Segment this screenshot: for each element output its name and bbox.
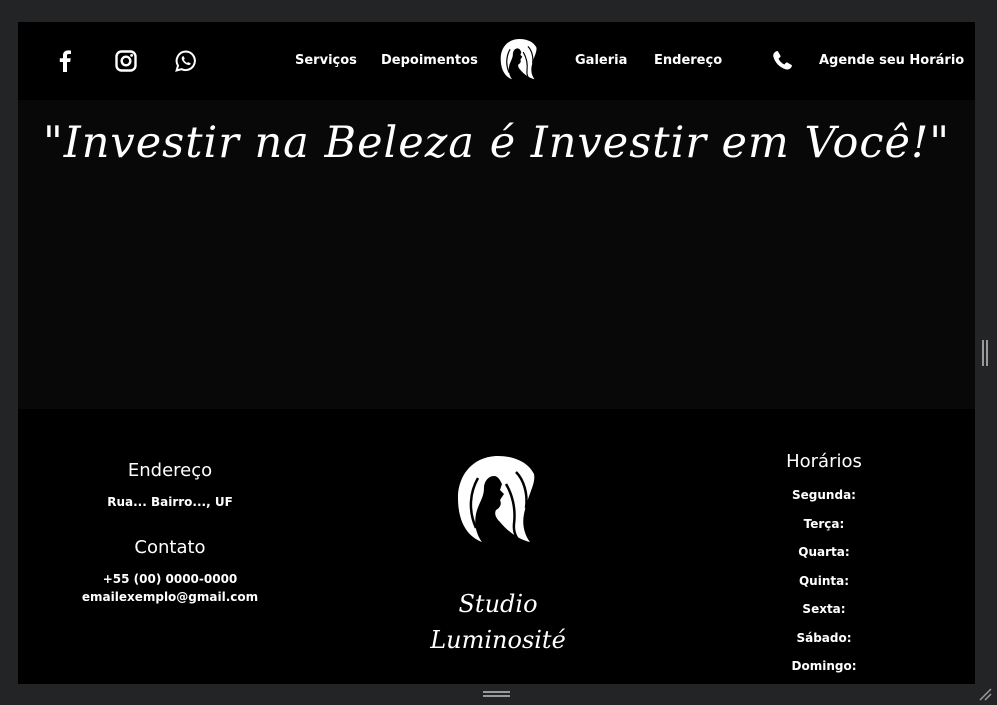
hours-day: Sexta: [802,602,846,616]
vertical-resize-grip-icon[interactable] [982,340,988,366]
brand-name-line1: Studio [458,590,538,618]
contact-phone: +55 (00) 0000-0000 [102,572,238,586]
top-navigation: Serviços Depoimentos Galeria Endereço Ag… [18,22,975,100]
nav-link-endereco[interactable]: Endereço [654,53,722,68]
hours-day: Quinta: [798,574,850,588]
woman-silhouette-logo-icon [454,454,540,552]
address-title: Endereço [127,460,213,481]
phone-icon[interactable] [770,49,796,75]
hero-section: "Investir na Beleza é Investir em Você!" [18,100,975,409]
nav-link-depoimentos[interactable]: Depoimentos [381,53,478,68]
address-text: Rua... Bairro..., UF [107,495,233,509]
horizontal-resize-grip-icon[interactable] [483,691,510,697]
hours-title: Horários [786,451,862,472]
woman-silhouette-logo-icon[interactable] [498,38,540,84]
hero-quote: "Investir na Beleza é Investir em Você!" [42,118,951,168]
hours-day: Quarta: [798,545,850,559]
resize-corner-icon[interactable] [978,686,992,701]
brand-name-line2: Luminosité [430,626,566,654]
nav-link-servicos[interactable]: Serviços [295,53,357,68]
footer: Endereço Rua... Bairro..., UF Contato +5… [18,409,975,684]
whatsapp-icon[interactable] [174,49,198,73]
hours-day: Terça: [803,517,845,531]
contact-title: Contato [134,537,206,558]
hours-day: Segunda: [792,488,856,502]
web-page: Serviços Depoimentos Galeria Endereço Ag… [18,22,975,684]
hours-day: Domingo: [791,659,857,673]
instagram-icon[interactable] [114,49,138,73]
facebook-icon[interactable] [53,49,77,73]
schedule-appointment-link[interactable]: Agende seu Horário [819,53,964,68]
nav-link-galeria[interactable]: Galeria [575,53,627,68]
hours-day: Sábado: [796,631,852,645]
contact-email: emailexemplo@gmail.com [81,590,259,604]
